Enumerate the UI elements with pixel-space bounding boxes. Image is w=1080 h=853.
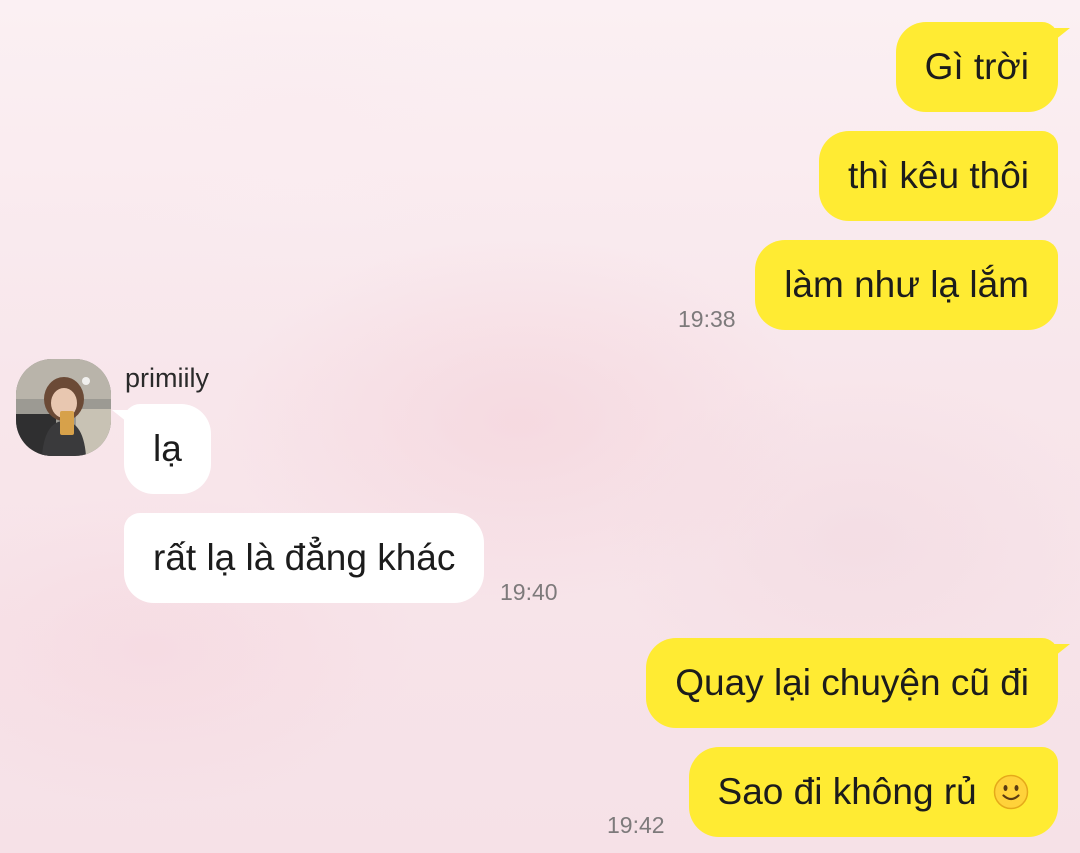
contact-name: primiily bbox=[125, 363, 209, 393]
avatar-photo bbox=[16, 359, 111, 456]
outgoing-message-bubble[interactable]: Quay lại chuyện cũ đi bbox=[646, 638, 1070, 728]
chat-area[interactable]: Gì trời thì kêu thôi làm như lạ lắm 19:3… bbox=[0, 0, 1080, 853]
slightly-smiling-face-icon bbox=[993, 774, 1029, 810]
contact-avatar[interactable] bbox=[16, 359, 111, 456]
message-text: lạ bbox=[153, 428, 182, 469]
message-text: rất lạ là đẳng khác bbox=[153, 537, 456, 578]
outgoing-message-bubble[interactable]: Gì trời bbox=[895, 22, 1071, 112]
message-timestamp: 19:38 bbox=[678, 306, 736, 332]
outgoing-message-bubble[interactable]: làm như lạ lắm bbox=[755, 240, 1058, 330]
incoming-message-bubble[interactable]: rất lạ là đẳng khác bbox=[124, 513, 485, 603]
message-text: Gì trời bbox=[924, 46, 1029, 87]
message-text: làm như lạ lắm bbox=[784, 264, 1029, 305]
message-text: thì kêu thôi bbox=[847, 155, 1029, 196]
message-timestamp: 19:42 bbox=[607, 812, 665, 838]
message-text: Sao đi không rủ bbox=[717, 771, 977, 812]
outgoing-message-bubble[interactable]: Sao đi không rủ bbox=[688, 747, 1058, 837]
message-timestamp: 19:40 bbox=[500, 579, 558, 605]
outgoing-message-bubble[interactable]: thì kêu thôi bbox=[818, 131, 1058, 221]
message-text: Quay lại chuyện cũ đi bbox=[675, 662, 1029, 703]
incoming-message-bubble[interactable]: lạ bbox=[112, 404, 211, 494]
